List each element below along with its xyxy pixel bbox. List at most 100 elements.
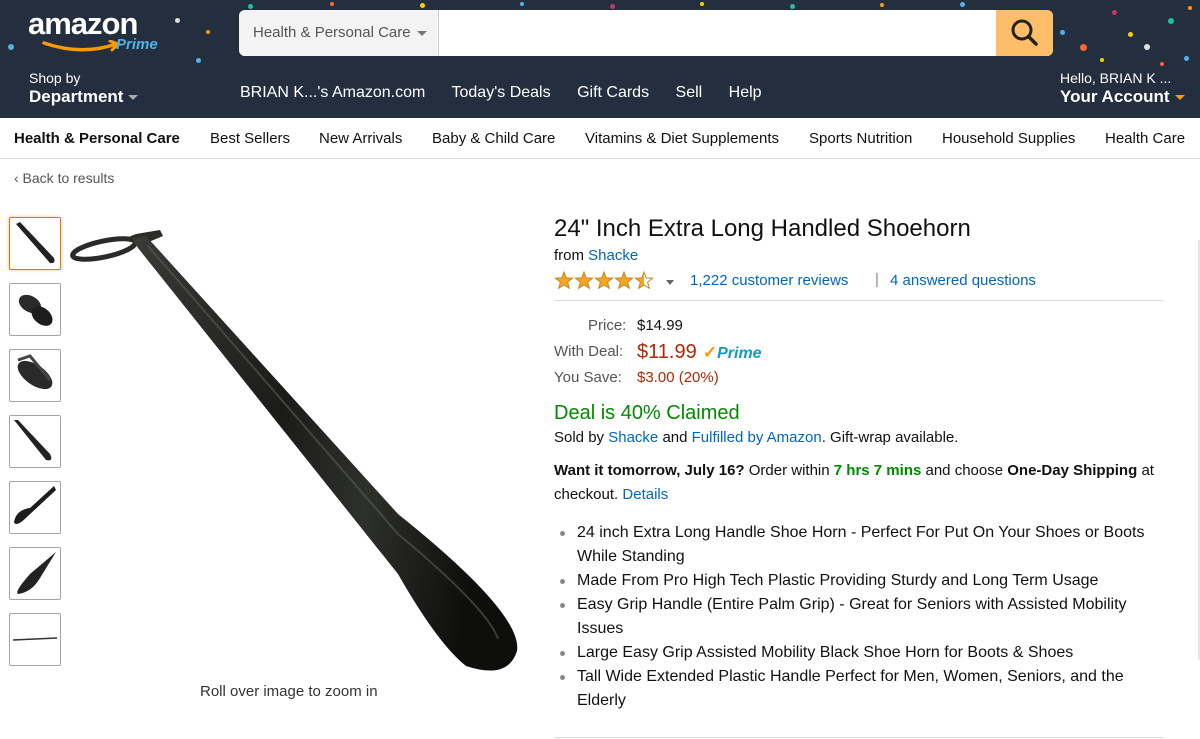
price-label: Price: bbox=[588, 317, 627, 334]
thumbnail-2[interactable] bbox=[9, 283, 61, 336]
separator: | bbox=[875, 271, 879, 288]
divider bbox=[554, 737, 1164, 738]
list-item: Large Easy Grip Assisted Mobility Black … bbox=[554, 641, 1164, 665]
confetti-dot bbox=[1168, 18, 1174, 24]
details-link[interactable]: Details bbox=[622, 486, 668, 503]
logo-prime-text: Prime bbox=[116, 36, 158, 53]
choose-text: and choose bbox=[925, 462, 1004, 479]
confetti-dot bbox=[1112, 10, 1117, 15]
thumbnail-7[interactable] bbox=[9, 613, 61, 666]
confetti-dot bbox=[700, 2, 704, 6]
sold-by-prefix: Sold by bbox=[554, 429, 605, 446]
star-icon bbox=[594, 270, 614, 290]
and-text: and bbox=[662, 429, 688, 446]
list-item: Tall Wide Extended Plastic Handle Perfec… bbox=[554, 665, 1164, 713]
confetti-dot bbox=[610, 4, 615, 9]
nav-link-sell[interactable]: Sell bbox=[676, 84, 703, 101]
star-icon bbox=[574, 270, 594, 290]
search-category-dropdown[interactable]: Health & Personal Care bbox=[239, 10, 439, 56]
from-label: from bbox=[554, 247, 584, 264]
nav-link-gift-cards[interactable]: Gift Cards bbox=[577, 84, 649, 101]
star-rating-icon[interactable] bbox=[554, 270, 658, 292]
nav-link-help[interactable]: Help bbox=[729, 84, 762, 101]
deal-label: With Deal: bbox=[554, 343, 624, 360]
confetti-dot bbox=[1188, 6, 1192, 10]
seller-link[interactable]: Shacke bbox=[608, 429, 658, 446]
search-icon bbox=[1011, 19, 1038, 46]
header-bar: amazon Prime Health & Personal Care Shop… bbox=[0, 0, 1200, 118]
account-greeting: Hello, BRIAN K ... bbox=[1060, 70, 1172, 86]
price-block: Price: $14.99 With Deal: $11.99 ✓Prime Y… bbox=[554, 313, 1164, 391]
deal-claimed-status: Deal is 40% Claimed bbox=[554, 402, 740, 424]
save-label: You Save: bbox=[554, 369, 622, 386]
header-nav: BRIAN K...'s Amazon.com Today's Deals Gi… bbox=[240, 84, 784, 102]
confetti-dot bbox=[1160, 62, 1164, 66]
brand-byline: from Shacke bbox=[554, 247, 1164, 264]
save-value: $3.00 (20%) bbox=[637, 369, 719, 386]
customer-reviews-link[interactable]: 1,222 customer reviews bbox=[690, 272, 848, 289]
list-item: Made From Pro High Tech Plastic Providin… bbox=[554, 569, 1164, 593]
rating-row: 1,222 customer reviews | 4 answered ques… bbox=[554, 270, 1164, 294]
search-button[interactable] bbox=[996, 10, 1053, 56]
search-bar: Health & Personal Care bbox=[239, 10, 1053, 56]
confetti-dot bbox=[330, 2, 334, 6]
search-category-label: Health & Personal Care bbox=[253, 24, 411, 41]
answered-questions-link[interactable]: 4 answered questions bbox=[890, 272, 1036, 289]
confetti-dot bbox=[1184, 56, 1189, 61]
chevron-down-icon[interactable] bbox=[666, 280, 674, 285]
confetti-dot bbox=[1128, 32, 1133, 37]
confetti-dot bbox=[1100, 58, 1104, 62]
giftwrap-text: . Gift-wrap available. bbox=[821, 429, 959, 446]
product-details: 24" Inch Extra Long Handled Shoehorn fro… bbox=[554, 214, 1164, 713]
scrollbar[interactable] bbox=[1192, 240, 1200, 660]
product-title: 24" Inch Extra Long Handled Shoehorn bbox=[554, 215, 971, 242]
back-to-results-link[interactable]: ‹ Back to results bbox=[14, 170, 114, 186]
prime-label: Prime bbox=[717, 345, 762, 362]
shop-by-department[interactable]: Shop by Department bbox=[29, 70, 139, 108]
one-day-shipping: One-Day Shipping bbox=[1007, 462, 1138, 479]
subnav-item-vitamins[interactable]: Vitamins & Diet Supplements bbox=[585, 130, 779, 147]
subnav-item-health-personal-care[interactable]: Health & Personal Care bbox=[14, 130, 180, 147]
confetti-dot bbox=[790, 4, 795, 9]
subnav-item-health-care[interactable]: Health Care bbox=[1105, 130, 1185, 147]
deal-price: $11.99 bbox=[637, 341, 697, 363]
subnav-item-household-supplies[interactable]: Household Supplies bbox=[942, 130, 1075, 147]
delivery-date: Want it tomorrow, July 16? bbox=[554, 462, 745, 479]
confetti-dot bbox=[960, 2, 965, 7]
search-input[interactable] bbox=[439, 10, 996, 56]
divider bbox=[554, 300, 1164, 301]
chevron-down-icon bbox=[128, 95, 139, 101]
thumbnail-6[interactable] bbox=[9, 547, 61, 600]
star-icon bbox=[614, 270, 634, 290]
subnav-item-new-arrivals[interactable]: New Arrivals bbox=[319, 130, 402, 147]
nav-link-my-amazon[interactable]: BRIAN K...'s Amazon.com bbox=[240, 84, 425, 101]
order-within-text: Order within bbox=[748, 462, 830, 479]
thumbnail-3[interactable] bbox=[9, 349, 61, 402]
sold-by-line: Sold by Shacke and Fulfilled by Amazon. … bbox=[554, 429, 1164, 446]
subnav-item-sports-nutrition[interactable]: Sports Nutrition bbox=[809, 130, 912, 147]
brand-link[interactable]: Shacke bbox=[588, 247, 638, 264]
account-menu[interactable]: Hello, BRIAN K ... Your Account bbox=[1060, 70, 1200, 108]
fulfilled-by-amazon-link[interactable]: Fulfilled by Amazon bbox=[692, 429, 822, 446]
chevron-down-icon bbox=[417, 31, 427, 36]
nav-link-todays-deals[interactable]: Today's Deals bbox=[452, 84, 551, 101]
list-item: Easy Grip Handle (Entire Palm Grip) - Gr… bbox=[554, 593, 1164, 641]
list-item: 24 inch Extra Long Handle Shoe Horn - Pe… bbox=[554, 521, 1164, 569]
chevron-down-icon bbox=[1174, 95, 1185, 101]
smile-arrow-icon bbox=[42, 40, 121, 52]
thumbnail-5[interactable] bbox=[9, 481, 61, 534]
confetti-dot bbox=[1144, 44, 1150, 50]
prime-badge: ✓Prime bbox=[703, 343, 762, 362]
amazon-prime-logo[interactable]: amazon Prime bbox=[28, 6, 188, 58]
product-main-image[interactable] bbox=[68, 214, 533, 680]
shop-by-label: Shop by bbox=[29, 70, 81, 86]
thumbnail-4[interactable] bbox=[9, 415, 61, 468]
subnav-item-best-sellers[interactable]: Best Sellers bbox=[210, 130, 290, 147]
star-icon bbox=[554, 270, 574, 290]
confetti-dot bbox=[206, 30, 210, 34]
subnav-item-baby-child-care[interactable]: Baby & Child Care bbox=[432, 130, 555, 147]
thumbnail-1[interactable] bbox=[9, 217, 61, 270]
your-account-label: Your Account bbox=[1060, 87, 1170, 106]
zoom-hint: Roll over image to zoom in bbox=[200, 683, 378, 700]
feature-bullets: 24 inch Extra Long Handle Shoe Horn - Pe… bbox=[554, 521, 1164, 713]
